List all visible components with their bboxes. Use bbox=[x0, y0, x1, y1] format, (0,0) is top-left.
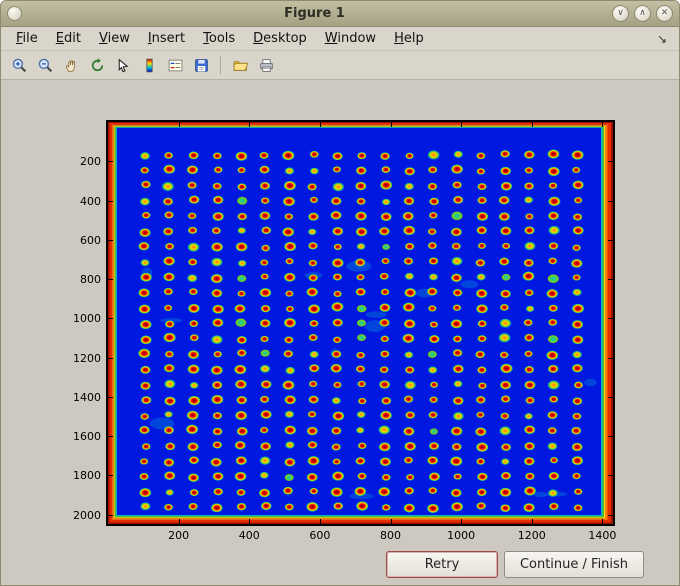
data-cursor-button[interactable] bbox=[111, 54, 135, 77]
y-tick-label: 1200 bbox=[73, 351, 101, 365]
rotate-3d-button[interactable] bbox=[85, 54, 109, 77]
titlebar-controls: ∨ ∧ ✕ bbox=[607, 5, 673, 22]
axes bbox=[106, 120, 615, 526]
menu-tools[interactable]: Tools bbox=[194, 28, 244, 49]
x-tick-label: 600 bbox=[309, 529, 331, 542]
x-tick-label: 200 bbox=[168, 529, 190, 542]
x-tick-label: 1000 bbox=[447, 529, 476, 542]
window-title: Figure 1 bbox=[284, 6, 345, 21]
y-tick-label: 600 bbox=[80, 233, 101, 247]
y-tick-label: 1800 bbox=[73, 469, 101, 483]
x-tick-label: 400 bbox=[238, 529, 260, 542]
save-button[interactable] bbox=[189, 54, 213, 77]
insert-legend-icon bbox=[168, 59, 182, 71]
menu-file[interactable]: File bbox=[7, 28, 47, 49]
menu-view[interactable]: View bbox=[90, 28, 139, 49]
menu-edit[interactable]: Edit bbox=[47, 28, 90, 49]
y-tick-label: 1400 bbox=[73, 390, 101, 404]
y-tick-label: 2000 bbox=[73, 508, 101, 522]
x-tick-label: 1200 bbox=[517, 529, 546, 542]
close-button[interactable]: ✕ bbox=[656, 5, 673, 22]
toolbar bbox=[1, 51, 679, 80]
zoom-out-button[interactable] bbox=[33, 54, 57, 77]
menubar-items: File Edit View Insert Tools Desktop Window Help bbox=[7, 28, 433, 49]
menu-insert[interactable]: Insert bbox=[139, 28, 194, 49]
window-menu-button[interactable] bbox=[7, 6, 22, 21]
print-button[interactable] bbox=[254, 54, 278, 77]
titlebar[interactable]: Figure 1 ∨ ∧ ✕ bbox=[1, 1, 679, 27]
menu-window[interactable]: Window bbox=[316, 28, 385, 49]
y-tick-label: 400 bbox=[80, 194, 101, 208]
colorbar-button[interactable] bbox=[137, 54, 161, 77]
x-tick-label: 1400 bbox=[588, 529, 617, 542]
zoom-out-icon bbox=[38, 58, 52, 72]
menubar: File Edit View Insert Tools Desktop Window Help… bbox=[1, 27, 679, 51]
pan-icon bbox=[65, 59, 75, 72]
save-icon bbox=[194, 58, 208, 72]
colorbar-icon bbox=[145, 58, 153, 72]
maximize-button[interactable]: ∧ bbox=[634, 5, 651, 22]
toolbar-separator bbox=[220, 56, 221, 74]
y-tick-label: 200 bbox=[80, 155, 101, 169]
y-axis-tick-labels: 200 400 600 800 1000 1200 1400 1600 1800 2000 bbox=[61, 122, 101, 524]
x-tick-label: 800 bbox=[380, 529, 402, 542]
dock-figure-icon[interactable]: ↘ bbox=[651, 32, 673, 46]
figure-window: Figure 1 ∨ ∧ ✕ File Edit View Insert Tools Desk… bbox=[0, 0, 680, 586]
open-icon bbox=[233, 60, 248, 71]
open-button[interactable] bbox=[228, 54, 252, 77]
rotate-3d-icon bbox=[91, 57, 103, 71]
minimize-button[interactable]: ∨ bbox=[612, 5, 629, 22]
x-axis-tick-labels: 200 400 600 800 1000 1200 1400 bbox=[108, 529, 616, 545]
continue-finish-button[interactable]: Continue / Finish bbox=[504, 551, 644, 578]
insert-legend-button[interactable] bbox=[163, 54, 187, 77]
figure-image bbox=[108, 122, 613, 524]
menu-desktop[interactable]: Desktop bbox=[244, 28, 316, 49]
y-tick-label: 1600 bbox=[73, 430, 101, 444]
data-cursor-icon bbox=[118, 58, 129, 72]
y-tick-label: 800 bbox=[80, 273, 101, 287]
zoom-in-icon bbox=[12, 58, 26, 72]
y-tick-label: 1000 bbox=[73, 312, 101, 326]
pan-button[interactable] bbox=[59, 54, 83, 77]
print-icon bbox=[259, 58, 273, 72]
menu-help[interactable]: Help bbox=[385, 28, 433, 49]
retry-button[interactable]: Retry bbox=[386, 551, 498, 578]
zoom-in-button[interactable] bbox=[7, 54, 31, 77]
